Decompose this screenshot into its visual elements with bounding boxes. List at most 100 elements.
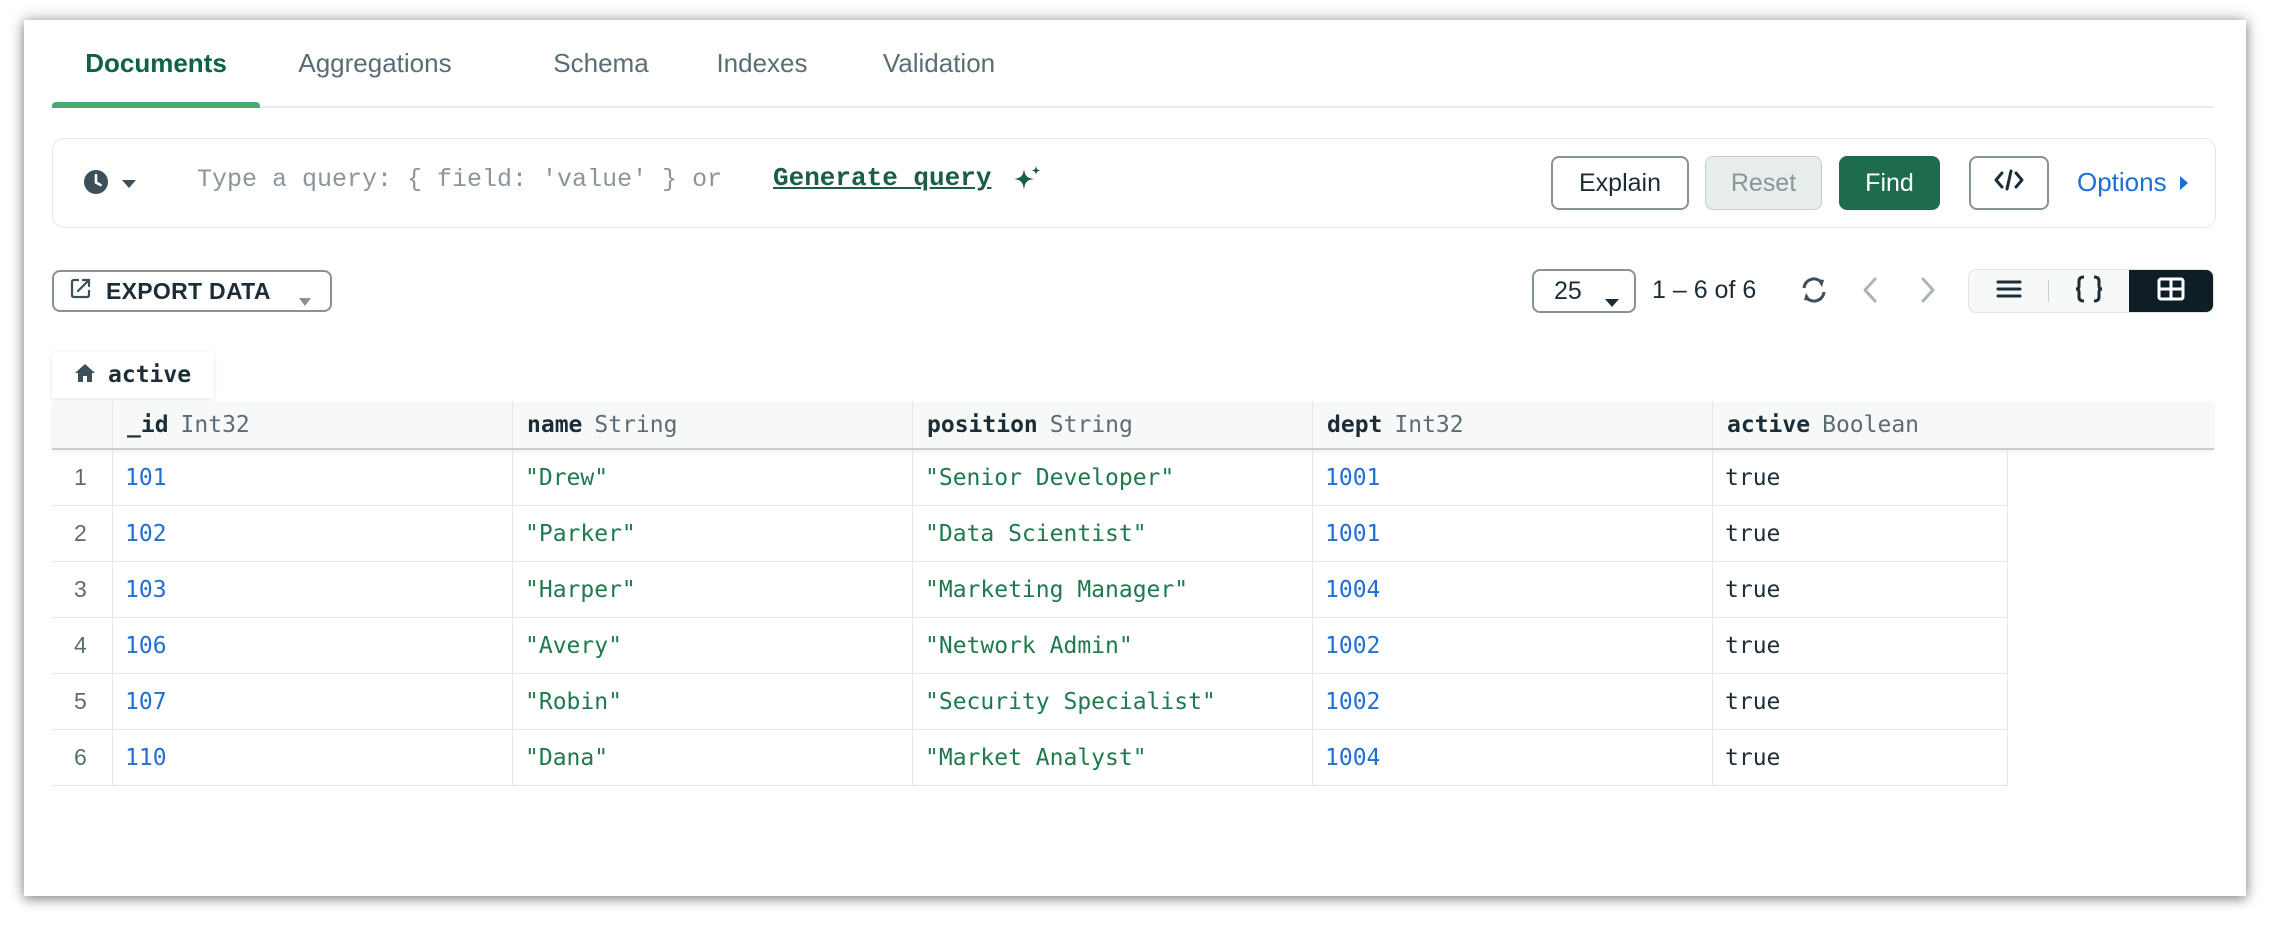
cell-dept[interactable]: 1002 (1312, 618, 1712, 674)
query-history-button[interactable] (83, 169, 137, 200)
tab-documents[interactable]: Documents (52, 48, 260, 108)
sparkle-icon (1013, 165, 1043, 200)
column-name: dept (1327, 412, 1383, 438)
column-type: Int32 (180, 412, 250, 438)
table-view-button[interactable] (2129, 270, 2213, 312)
explain-button[interactable]: Explain (1551, 156, 1689, 210)
cell-id[interactable]: 106 (112, 618, 512, 674)
json-view-icon (2074, 275, 2104, 308)
row-index: 2 (52, 506, 112, 562)
cell-dept[interactable]: 1001 (1312, 450, 1712, 506)
cell-position[interactable]: "Market Analyst" (912, 730, 1312, 786)
query-input[interactable]: Type a query: { field: 'value' } or (197, 165, 722, 194)
cell-active[interactable]: true (1712, 730, 2008, 786)
tab-validation[interactable]: Validation (874, 48, 1004, 106)
cell-dept[interactable]: 1001 (1312, 506, 1712, 562)
column-header-name[interactable]: name String (512, 402, 912, 448)
cell-name[interactable]: "Harper" (512, 562, 912, 618)
column-name: position (927, 412, 1038, 438)
export-data-label: EXPORT DATA (106, 277, 271, 304)
cell-position[interactable]: "Security Specialist" (912, 674, 1312, 730)
column-type: Boolean (1822, 412, 1920, 438)
documents-table: _id Int32 name String position String dept I… (52, 402, 2214, 786)
export-data-button[interactable]: EXPORT DATA (52, 270, 332, 312)
breadcrumb[interactable]: active (52, 352, 214, 398)
caret-right-icon (2179, 167, 2189, 198)
column-name: name (527, 412, 583, 438)
cell-name[interactable]: "Avery" (512, 618, 912, 674)
cell-active[interactable]: true (1712, 562, 2008, 618)
collection-tabs: Documents Aggregations Schema Indexes Va… (52, 20, 2214, 108)
find-button[interactable]: Find (1839, 156, 1940, 210)
row-index: 3 (52, 562, 112, 618)
cell-dept[interactable]: 1004 (1312, 562, 1712, 618)
options-label: Options (2077, 167, 2167, 197)
clock-icon (83, 169, 109, 200)
cell-active[interactable]: true (1712, 506, 2008, 562)
tab-aggregations[interactable]: Aggregations (290, 48, 460, 106)
chevron-down-icon (121, 176, 137, 194)
reset-button[interactable]: Reset (1705, 156, 1822, 210)
cell-name[interactable]: "Drew" (512, 450, 912, 506)
tab-schema[interactable]: Schema (550, 48, 652, 106)
table-row[interactable]: 1 101 "Drew" "Senior Developer" 1001 tru… (52, 450, 2214, 506)
table-row[interactable]: 5 107 "Robin" "Security Specialist" 1002… (52, 674, 2214, 730)
cell-position[interactable]: "Marketing Manager" (912, 562, 1312, 618)
list-view-button[interactable] (1969, 270, 2049, 312)
table-row[interactable]: 4 106 "Avery" "Network Admin" 1002 true (52, 618, 2214, 674)
options-toggle[interactable]: Options (2077, 167, 2189, 198)
table-row[interactable]: 6 110 "Dana" "Market Analyst" 1004 true (52, 730, 2214, 786)
cell-active[interactable]: true (1712, 618, 2008, 674)
chevron-right-icon[interactable] (1918, 274, 1938, 311)
row-index: 1 (52, 450, 112, 506)
generate-query-link[interactable]: Generate query (773, 163, 991, 193)
column-header-id[interactable]: _id Int32 (112, 402, 512, 448)
page-size-value: 25 (1554, 276, 1582, 305)
table-row[interactable]: 3 103 "Harper" "Marketing Manager" 1004 … (52, 562, 2214, 618)
column-type: String (1049, 412, 1133, 438)
tab-indexes[interactable]: Indexes (714, 48, 810, 106)
cell-name[interactable]: "Parker" (512, 506, 912, 562)
cell-position[interactable]: "Network Admin" (912, 618, 1312, 674)
code-icon (1994, 169, 2024, 198)
column-name: active (1727, 412, 1811, 438)
cell-dept[interactable]: 1004 (1312, 730, 1712, 786)
chevron-left-icon[interactable] (1860, 274, 1880, 311)
table-view-icon (2157, 277, 2185, 306)
column-name: _id (127, 412, 169, 438)
cell-name[interactable]: "Dana" (512, 730, 912, 786)
cell-id[interactable]: 102 (112, 506, 512, 562)
table-header: _id Int32 name String position String dept I… (52, 402, 2214, 450)
row-index: 6 (52, 730, 112, 786)
query-bar: Type a query: { field: 'value' } or Gene… (52, 138, 2216, 228)
cell-dept[interactable]: 1002 (1312, 674, 1712, 730)
chevron-down-icon (1604, 286, 1620, 315)
cell-id[interactable]: 103 (112, 562, 512, 618)
page-size-select[interactable]: 25 (1532, 269, 1636, 313)
row-index: 5 (52, 674, 112, 730)
list-view-icon (1996, 278, 2022, 305)
cell-id[interactable]: 110 (112, 730, 512, 786)
cell-id[interactable]: 101 (112, 450, 512, 506)
export-code-button[interactable] (1969, 156, 2049, 210)
row-index: 4 (52, 618, 112, 674)
column-type: String (594, 412, 678, 438)
cell-id[interactable]: 107 (112, 674, 512, 730)
home-icon (74, 363, 96, 388)
json-view-button[interactable] (2049, 270, 2129, 312)
column-header-position[interactable]: position String (912, 402, 1312, 448)
cell-position[interactable]: "Senior Developer" (912, 450, 1312, 506)
table-row[interactable]: 2 102 "Parker" "Data Scientist" 1001 tru… (52, 506, 2214, 562)
breadcrumb-label: active (108, 362, 192, 388)
cell-position[interactable]: "Data Scientist" (912, 506, 1312, 562)
column-header-active[interactable]: active Boolean (1712, 402, 2214, 448)
chevron-down-icon (298, 286, 312, 313)
refresh-icon[interactable] (1798, 274, 1830, 311)
column-header-dept[interactable]: dept Int32 (1312, 402, 1712, 448)
cell-active[interactable]: true (1712, 450, 2008, 506)
compass-window: Documents Aggregations Schema Indexes Va… (24, 20, 2246, 896)
cell-active[interactable]: true (1712, 674, 2008, 730)
column-type: Int32 (1394, 412, 1464, 438)
cell-name[interactable]: "Robin" (512, 674, 912, 730)
view-toggle (1968, 269, 2214, 313)
